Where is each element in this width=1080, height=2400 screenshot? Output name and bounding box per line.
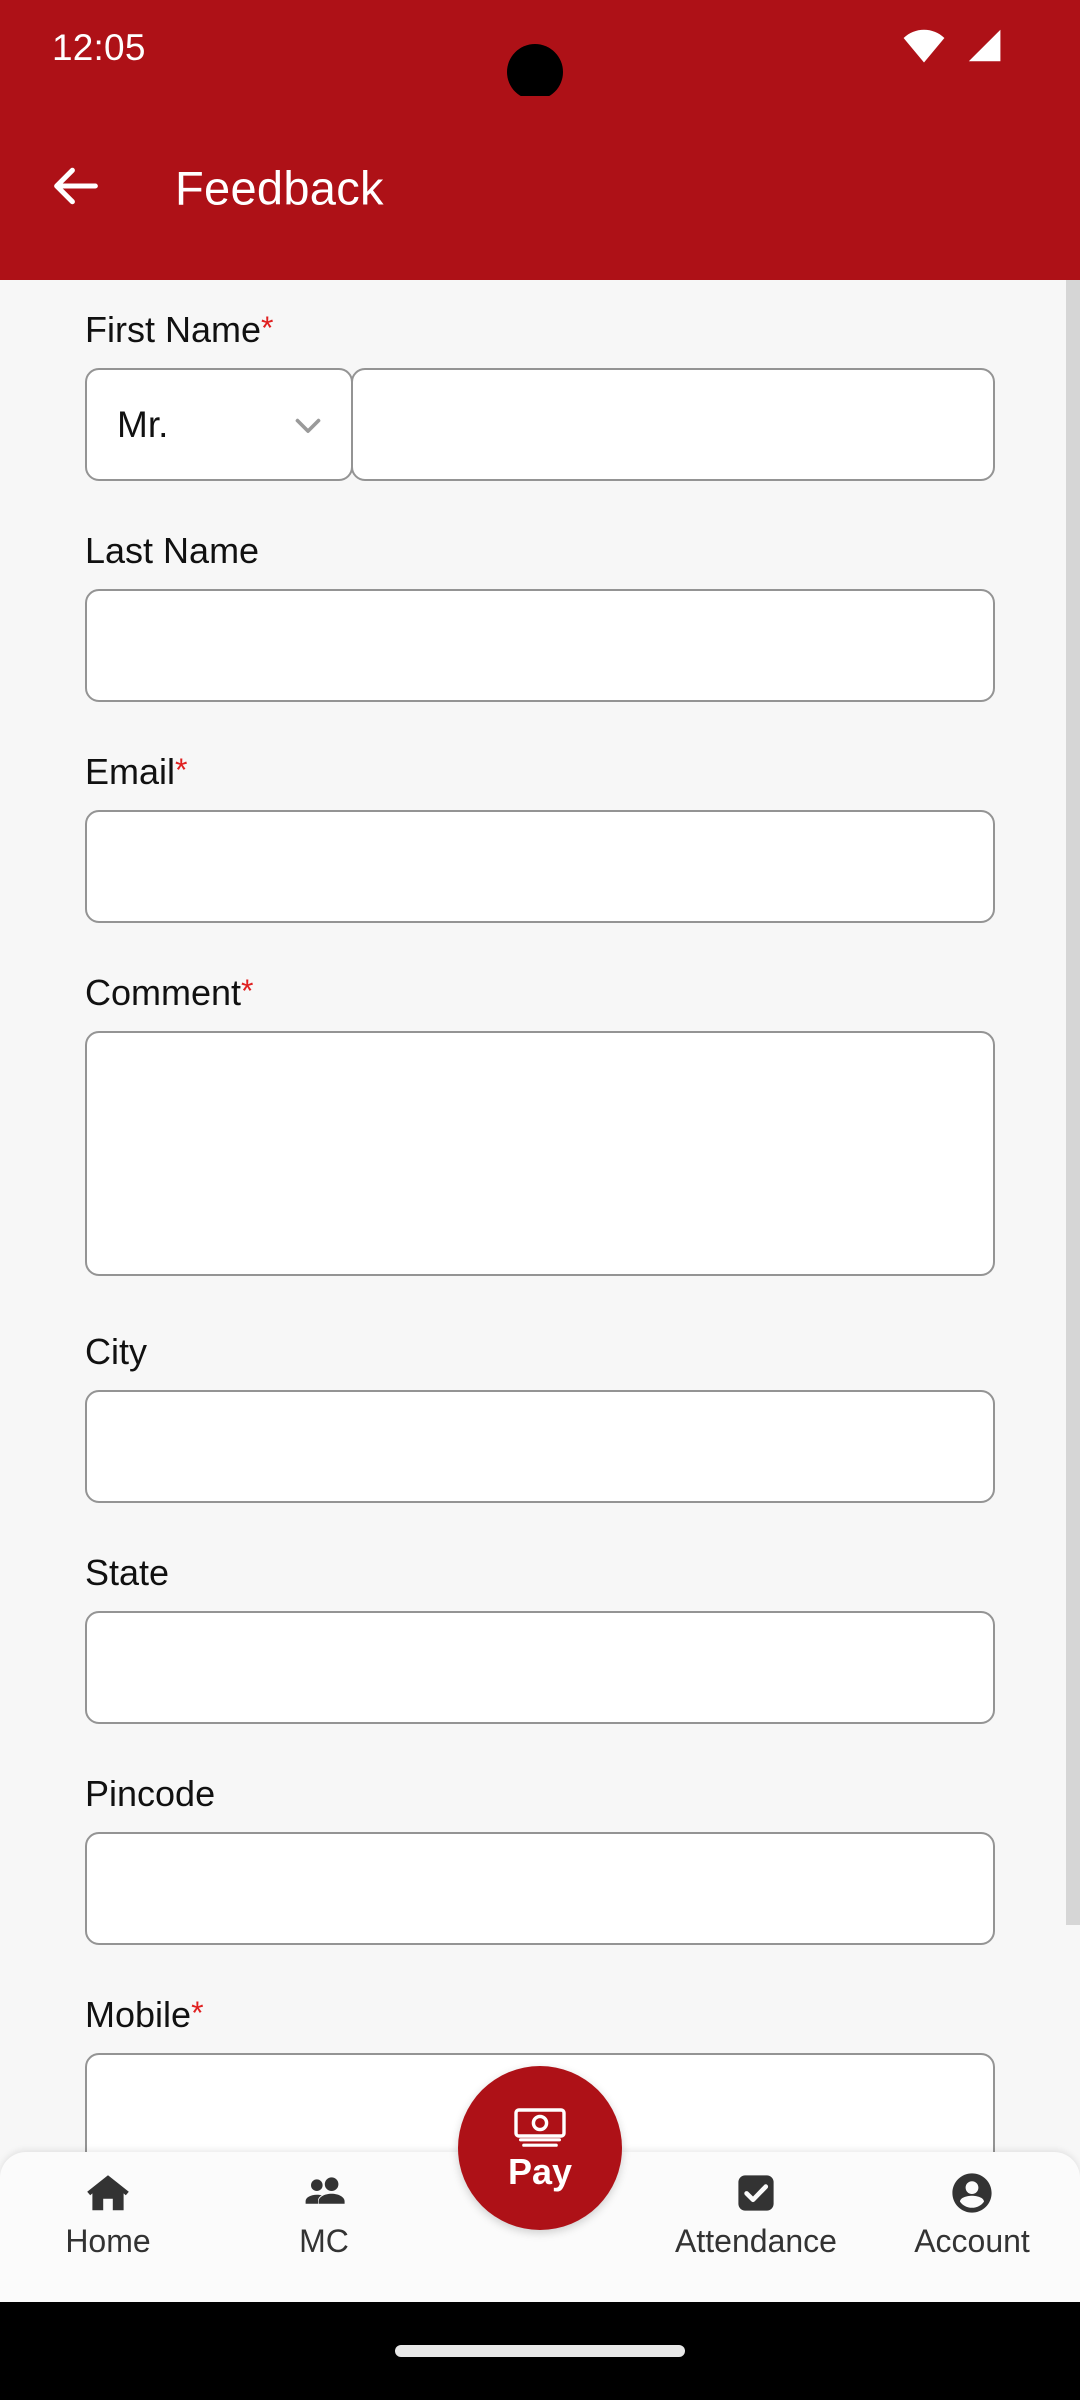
nav-label-home: Home — [65, 2223, 151, 2259]
pay-fab-button[interactable]: Pay — [458, 2066, 622, 2230]
label-last-name: Last Name — [85, 530, 260, 571]
scrollbar-thumb[interactable] — [1066, 280, 1080, 1925]
label-comment: Comment* — [85, 972, 254, 1013]
banknote-icon — [512, 2106, 568, 2150]
required-asterisk: * — [191, 1995, 204, 2031]
state-input[interactable] — [85, 1611, 995, 1724]
back-button[interactable] — [32, 144, 120, 232]
nav-item-account[interactable]: Account — [864, 2152, 1080, 2257]
required-asterisk: * — [241, 973, 254, 1009]
arrow-left-icon — [47, 157, 105, 220]
nav-label-attendance: Attendance — [675, 2223, 837, 2259]
label-pincode: Pincode — [85, 1773, 216, 1814]
field-first-name: First Name* Mr. — [0, 312, 1080, 481]
people-group-icon — [300, 2169, 348, 2217]
nav-label-mc: MC — [299, 2223, 349, 2259]
nav-item-attendance[interactable]: Attendance — [648, 2152, 864, 2257]
checkbox-checked-icon — [732, 2169, 780, 2217]
required-asterisk: * — [261, 310, 274, 346]
label-mobile: Mobile* — [85, 1994, 204, 2035]
home-indicator-pill[interactable] — [395, 2345, 685, 2357]
field-pincode: Pincode — [0, 1776, 1080, 1945]
field-state: State — [0, 1555, 1080, 1724]
home-icon — [84, 2169, 132, 2217]
label-first-name: First Name* — [85, 309, 274, 350]
phone-screen: 12:05 Feedback First Name* Mr. Last Name… — [0, 0, 1080, 2400]
label-city: City — [85, 1331, 147, 1372]
first-name-row: Mr. — [85, 368, 995, 481]
comment-textarea[interactable] — [85, 1031, 995, 1276]
scrollbar-track[interactable] — [1066, 280, 1080, 2192]
status-bar: 12:05 — [0, 0, 1080, 100]
nav-item-mc[interactable]: MC — [216, 2152, 432, 2257]
form-scroll-area[interactable]: First Name* Mr. Last Name Email* Comment… — [0, 280, 1080, 2192]
account-circle-icon — [948, 2169, 996, 2217]
nav-label-account: Account — [914, 2223, 1030, 2259]
pincode-input[interactable] — [85, 1832, 995, 1945]
salutation-selected-value: Mr. — [117, 403, 169, 445]
camera-punch-hole — [507, 44, 563, 100]
required-asterisk: * — [175, 752, 188, 788]
wifi-icon — [902, 29, 946, 68]
feedback-form: First Name* Mr. Last Name Email* Comment… — [0, 280, 1080, 2192]
app-bar: Feedback — [0, 96, 1080, 280]
nav-item-home[interactable]: Home — [0, 2152, 216, 2257]
system-navigation-bar — [0, 2302, 1080, 2400]
cellular-signal-icon — [964, 29, 1004, 68]
city-input[interactable] — [85, 1390, 995, 1503]
email-input[interactable] — [85, 810, 995, 923]
label-email: Email* — [85, 751, 188, 792]
last-name-input[interactable] — [85, 589, 995, 702]
chevron-down-icon — [287, 404, 329, 446]
first-name-input[interactable] — [351, 368, 995, 481]
label-state: State — [85, 1552, 170, 1593]
status-bar-icons — [902, 29, 1004, 68]
field-email: Email* — [0, 754, 1080, 923]
page-title: Feedback — [175, 161, 384, 215]
salutation-select[interactable]: Mr. — [85, 368, 353, 481]
field-last-name: Last Name — [0, 533, 1080, 702]
field-comment: Comment* — [0, 975, 1080, 1276]
pay-fab-label: Pay — [507, 2151, 573, 2192]
status-bar-clock: 12:05 — [52, 27, 146, 68]
field-city: City — [0, 1334, 1080, 1503]
